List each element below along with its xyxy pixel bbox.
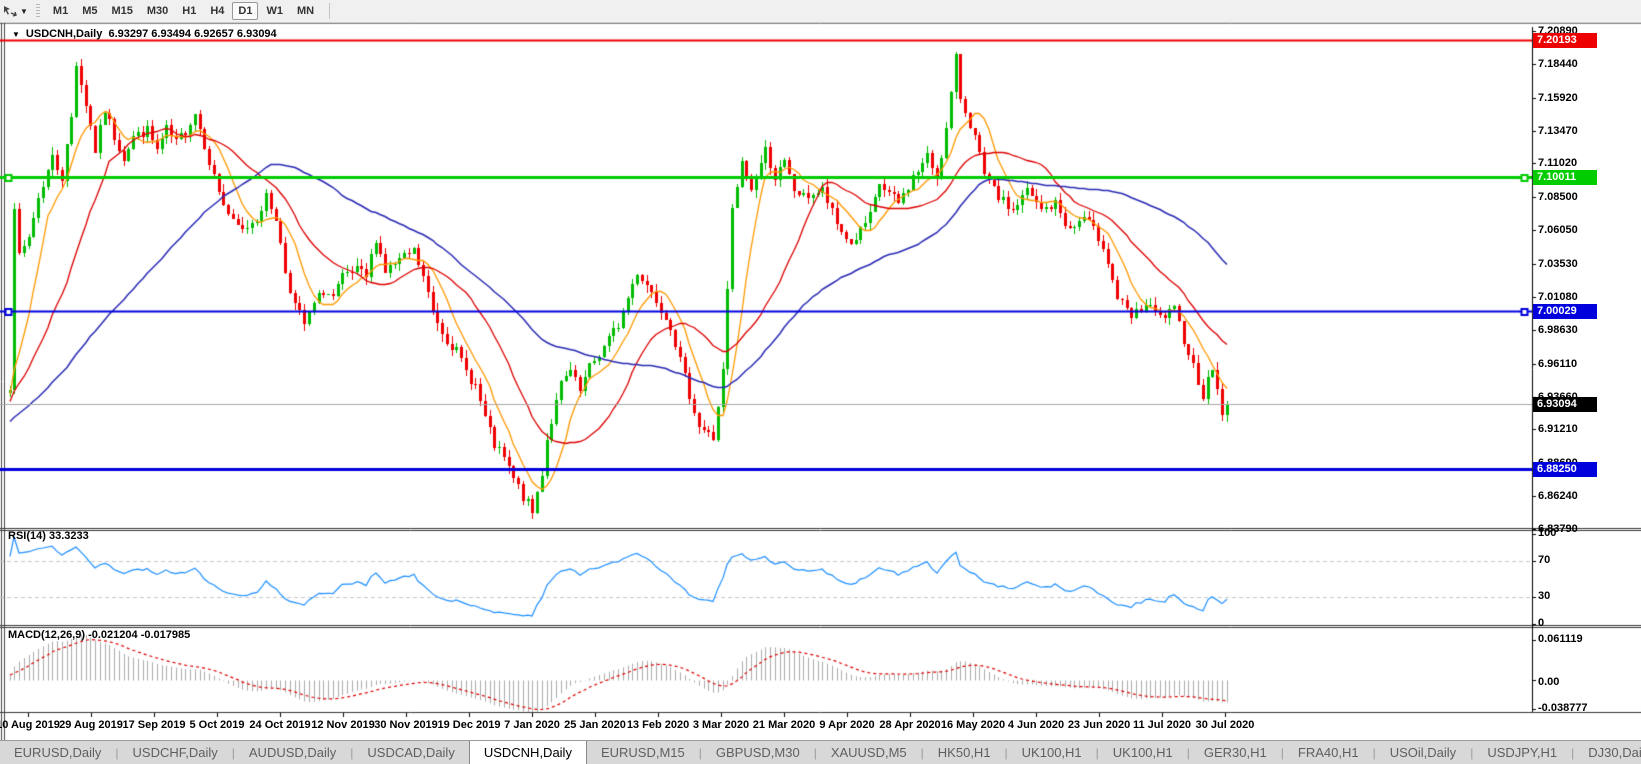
time-axis-label: 16 May 2020 [941, 719, 1005, 731]
chart-tab-bar: EURUSD,Daily|USDCHF,Daily|AUDUSD,Daily|U… [0, 740, 1641, 764]
chart-tab-usdcnh-daily[interactable]: USDCNH,Daily [469, 741, 587, 764]
chart-window: ▼ USDCNH,Daily 6.93297 6.93494 6.92657 6.… [0, 23, 1641, 740]
timeframe-toolbar: ▼ M1M5M15M30H1H4D1W1MN [0, 0, 1641, 23]
time-axis-label: 25 Jan 2020 [564, 719, 626, 731]
rsi-axis-label: 70 [1538, 554, 1550, 566]
timeframe-button-mn[interactable]: MN [291, 2, 320, 20]
price-axis-label: 7.08500 [1538, 191, 1578, 203]
time-axis-label: 23 Jun 2020 [1068, 719, 1130, 731]
hline-price-tag[interactable]: 6.88250 [1533, 462, 1597, 477]
hline-price-tag[interactable]: 7.10011 [1533, 170, 1597, 185]
chart-tab-usdchf-daily[interactable]: USDCHF,Daily [119, 741, 232, 764]
time-axis-label: 11 Jul 2020 [1133, 719, 1191, 731]
rsi-axis-label: 0 [1538, 617, 1544, 629]
chart-tab-gbpusd-m30[interactable]: GBPUSD,M30 [702, 741, 814, 764]
price-axis-label: 6.96110 [1538, 358, 1577, 370]
cursor-tool-icon[interactable] [1, 3, 19, 19]
chart-tab-uk100-h1[interactable]: UK100,H1 [1008, 741, 1096, 764]
timeframe-button-w1[interactable]: W1 [260, 2, 289, 20]
time-axis-label: 12 Nov 2019 [311, 719, 375, 731]
rsi-pane-label: RSI(14) 33.3233 [8, 530, 89, 542]
chart-tab-fra40-h1[interactable]: FRA40,H1 [1284, 741, 1373, 764]
chart-tabs: EURUSD,Daily|USDCHF,Daily|AUDUSD,Daily|U… [0, 741, 1641, 764]
time-axis-label: 5 Oct 2019 [189, 719, 244, 731]
chart-tab-eurusd-m15[interactable]: EURUSD,M15 [587, 741, 699, 764]
chart-tab-audusd-daily[interactable]: AUDUSD,Daily [235, 741, 350, 764]
macd-axis-label: 0.00 [1538, 676, 1559, 688]
mt4-window: ▼ M1M5M15M30H1H4D1W1MN ▼ USDCNH,Daily 6.9… [0, 0, 1641, 764]
price-axis-label: 7.15920 [1538, 92, 1578, 104]
time-axis-label: 17 Sep 2019 [123, 719, 186, 731]
rsi-axis-label: 30 [1538, 590, 1550, 602]
time-axis-label: 10 Aug 2019 [0, 719, 60, 731]
chart-symbol-label: USDCNH,Daily [26, 28, 102, 40]
macd-axis-label: 0.061119 [1538, 633, 1583, 645]
price-axis-label: 6.91210 [1538, 423, 1578, 435]
price-axis-label: 7.06050 [1538, 224, 1578, 236]
macd-indicator-name: MACD(12,26,9) [8, 629, 85, 641]
price-axis-label: 7.03530 [1538, 258, 1578, 270]
hline-price-tag[interactable]: 7.20193 [1533, 33, 1597, 48]
time-axis-label: 30 Nov 2019 [374, 719, 438, 731]
time-axis-label: 19 Dec 2019 [438, 719, 501, 731]
toolbar-separator [329, 3, 330, 19]
macd-axis-label: -0.038777 [1538, 702, 1588, 714]
price-chart-canvas[interactable] [0, 23, 1641, 740]
chart-ohlc-values: 6.93297 6.93494 6.92657 6.93094 [108, 28, 276, 40]
time-axis-label: 13 Feb 2020 [627, 719, 689, 731]
price-axis-label: 7.13470 [1538, 125, 1578, 137]
timeframe-button-d1[interactable]: D1 [232, 2, 258, 20]
price-axis-label: 6.98630 [1538, 324, 1578, 336]
chart-tab-hk50-h1[interactable]: HK50,H1 [924, 741, 1005, 764]
timeframe-button-h4[interactable]: H4 [204, 2, 230, 20]
chart-tab-usdjpy-h1[interactable]: USDJPY,H1 [1473, 741, 1571, 764]
price-axis-label: 6.86240 [1538, 490, 1578, 502]
time-axis-label: 3 Mar 2020 [693, 719, 749, 731]
time-axis-label: 30 Jul 2020 [1196, 719, 1255, 731]
time-axis-label: 29 Aug 2019 [59, 719, 123, 731]
timeframe-button-m5[interactable]: M5 [76, 2, 103, 20]
rsi-indicator-name: RSI(14) [8, 530, 46, 542]
timeframe-button-m30[interactable]: M30 [141, 2, 174, 20]
rsi-axis-label: 100 [1538, 527, 1556, 539]
chart-tab-dj30-daily[interactable]: DJ30,Daily [1574, 741, 1641, 764]
chart-tab-ger30-h1[interactable]: GER30,H1 [1190, 741, 1281, 764]
timeframe-button-h1[interactable]: H1 [176, 2, 202, 20]
timeframe-button-m1[interactable]: M1 [47, 2, 74, 20]
price-axis-label: 7.01080 [1538, 291, 1578, 303]
time-axis-label: 9 Apr 2020 [819, 719, 874, 731]
chart-collapse-icon[interactable]: ▼ [12, 30, 20, 39]
time-axis-label: 21 Mar 2020 [753, 719, 815, 731]
chart-tab-usoil-daily[interactable]: USOil,Daily [1376, 741, 1470, 764]
chart-tab-eurusd-daily[interactable]: EURUSD,Daily [0, 741, 115, 764]
macd-current-values: -0.021204 -0.017985 [88, 629, 190, 641]
hline-price-tag[interactable]: 7.00029 [1533, 304, 1597, 319]
price-axis-label: 7.18440 [1538, 58, 1578, 70]
time-axis-label: 24 Oct 2019 [249, 719, 310, 731]
time-axis-label: 7 Jan 2020 [504, 719, 560, 731]
chart-title: ▼ USDCNH,Daily 6.93297 6.93494 6.92657 6.… [12, 28, 277, 40]
toolbar-grip[interactable] [36, 4, 40, 19]
time-axis-label: 4 Jun 2020 [1008, 719, 1064, 731]
macd-pane-label: MACD(12,26,9) -0.021204 -0.017985 [8, 629, 190, 641]
timeframe-button-m15[interactable]: M15 [105, 2, 138, 20]
timeframe-buttons: M1M5M15M30H1H4D1W1MN [46, 2, 321, 20]
rsi-current-value: 33.3233 [49, 530, 89, 542]
current-price-tag: 6.93094 [1533, 397, 1597, 412]
chart-tab-xauusd-m5[interactable]: XAUUSD,M5 [817, 741, 921, 764]
cursor-tool-dropdown-icon[interactable]: ▼ [20, 7, 28, 16]
time-axis-label: 28 Apr 2020 [879, 719, 940, 731]
chart-tab-uk100-h1[interactable]: UK100,H1 [1099, 741, 1187, 764]
price-axis-label: 7.11020 [1538, 157, 1577, 169]
chart-tab-usdcad-daily[interactable]: USDCAD,Daily [353, 741, 468, 764]
